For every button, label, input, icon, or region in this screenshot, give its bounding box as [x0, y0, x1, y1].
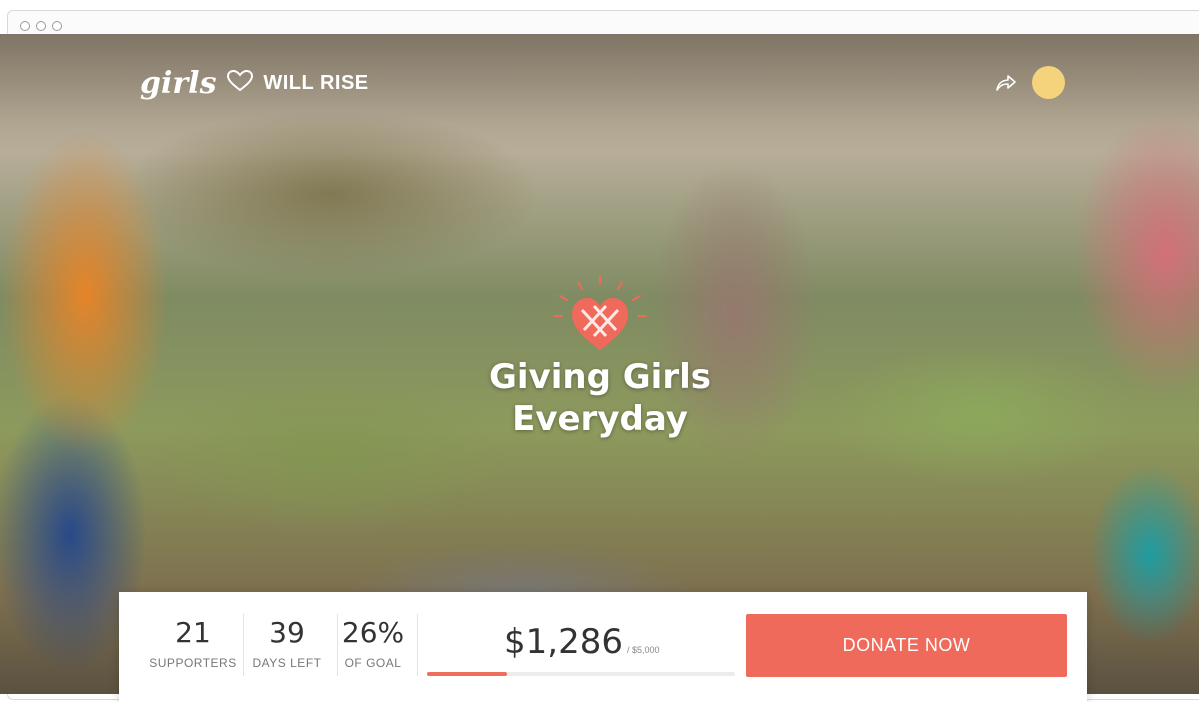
supporters-count: 21	[175, 616, 211, 649]
amount-raised: $1,286/ $5,000	[504, 622, 660, 662]
goal-percent-label: OF GOAL	[344, 656, 402, 670]
funding-progress-fill	[427, 672, 508, 676]
window-minimize-dot[interactable]	[36, 21, 46, 31]
supporters-stat: 21 SUPPORTERS	[145, 616, 241, 670]
donate-now-button[interactable]: DONATE NOW	[746, 614, 1067, 677]
stat-divider	[417, 614, 418, 676]
goal-percent: 26%	[341, 616, 405, 649]
supporters-label: SUPPORTERS	[149, 656, 237, 670]
raised-amount: $1,286	[504, 622, 623, 662]
goal-amount: / $5,000	[626, 645, 660, 655]
window-maximize-dot[interactable]	[52, 21, 62, 31]
days-left-count: 39	[269, 616, 305, 649]
days-left-label: DAYS LEFT	[252, 656, 322, 670]
logo-script-text: girls	[140, 66, 217, 101]
logo-rise-text: WILL RISE	[263, 72, 369, 94]
heart-logo-icon	[548, 274, 652, 359]
user-avatar[interactable]	[1032, 66, 1065, 99]
goal-percent-stat: 26% OF GOAL	[325, 616, 421, 670]
window-close-dot[interactable]	[20, 21, 30, 31]
hero-headline: Giving Girls Everyday	[400, 356, 800, 440]
days-left-stat: 39 DAYS LEFT	[239, 616, 335, 670]
campaign-stats-panel: 21 SUPPORTERS 39 DAYS LEFT 26% OF GOAL $…	[119, 592, 1087, 702]
headline-line-1: Giving Girls	[489, 357, 711, 397]
headline-line-2: Everyday	[512, 399, 688, 439]
share-icon[interactable]	[996, 74, 1016, 97]
funding-progress-bar	[427, 672, 735, 676]
site-logo[interactable]: girls WILL RISE	[140, 66, 369, 101]
heart-outline-icon	[226, 69, 253, 97]
